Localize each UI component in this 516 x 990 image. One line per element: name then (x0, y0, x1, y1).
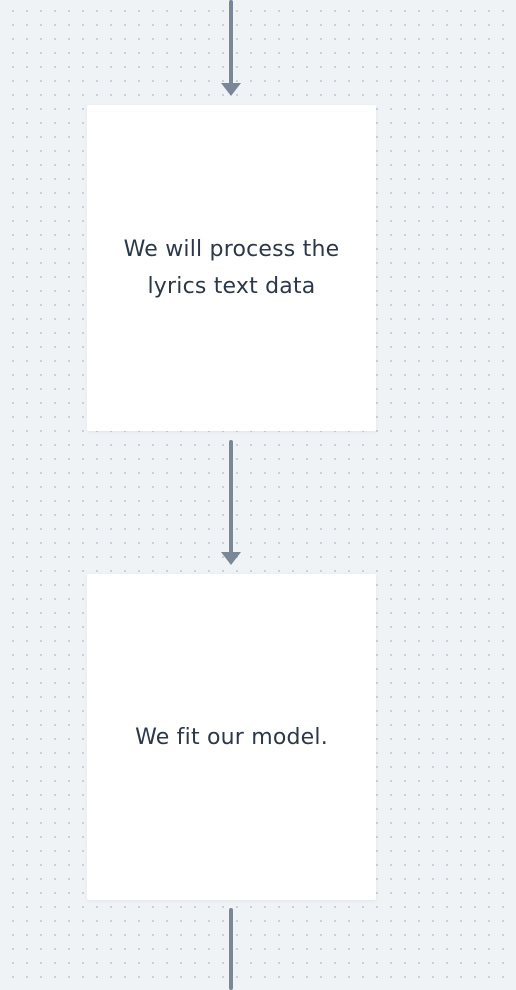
connector-arrow-process-to-fit[interactable] (221, 440, 241, 566)
connector-line (229, 908, 233, 990)
connector-line (229, 0, 233, 86)
arrowhead-icon (221, 552, 241, 565)
node-label: We fit our model. (135, 724, 328, 750)
connector-line (229, 440, 233, 556)
connector-arrow-into-process-step[interactable] (221, 0, 241, 96)
connector-line-out-of-fit-step[interactable] (221, 908, 241, 990)
node-label: We will process the lyrics text data (123, 237, 340, 299)
flowchart-canvas: We will process the lyrics text data We … (0, 0, 516, 990)
arrowhead-icon (221, 83, 241, 96)
fit-model-node[interactable]: We fit our model. (87, 574, 376, 900)
process-lyrics-node[interactable]: We will process the lyrics text data (87, 105, 376, 431)
